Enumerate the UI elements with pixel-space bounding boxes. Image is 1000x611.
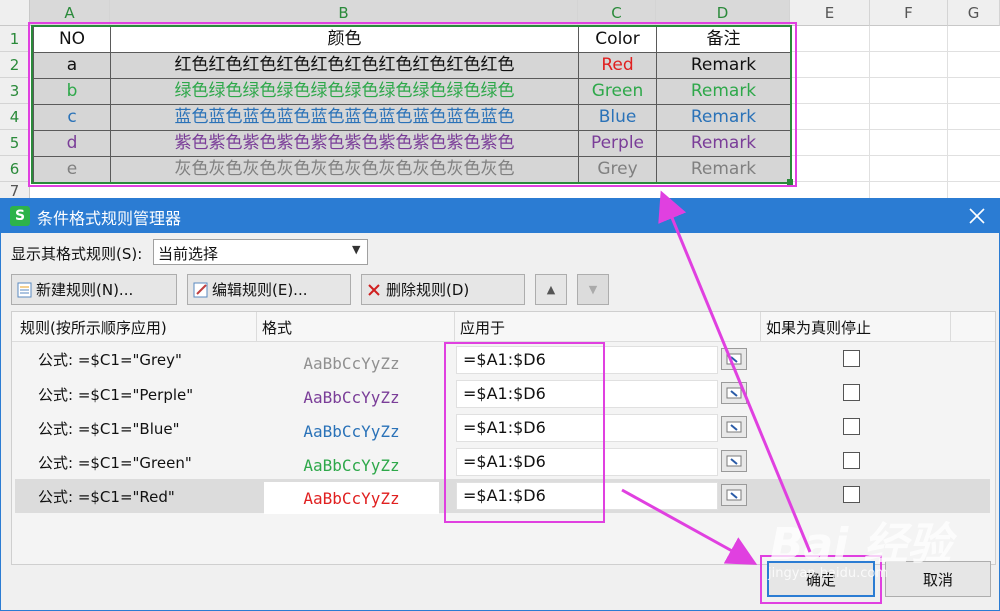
annotation-arrows <box>621 190 812 565</box>
arrow-to-range <box>658 190 812 553</box>
arrow-to-ok <box>621 488 758 565</box>
